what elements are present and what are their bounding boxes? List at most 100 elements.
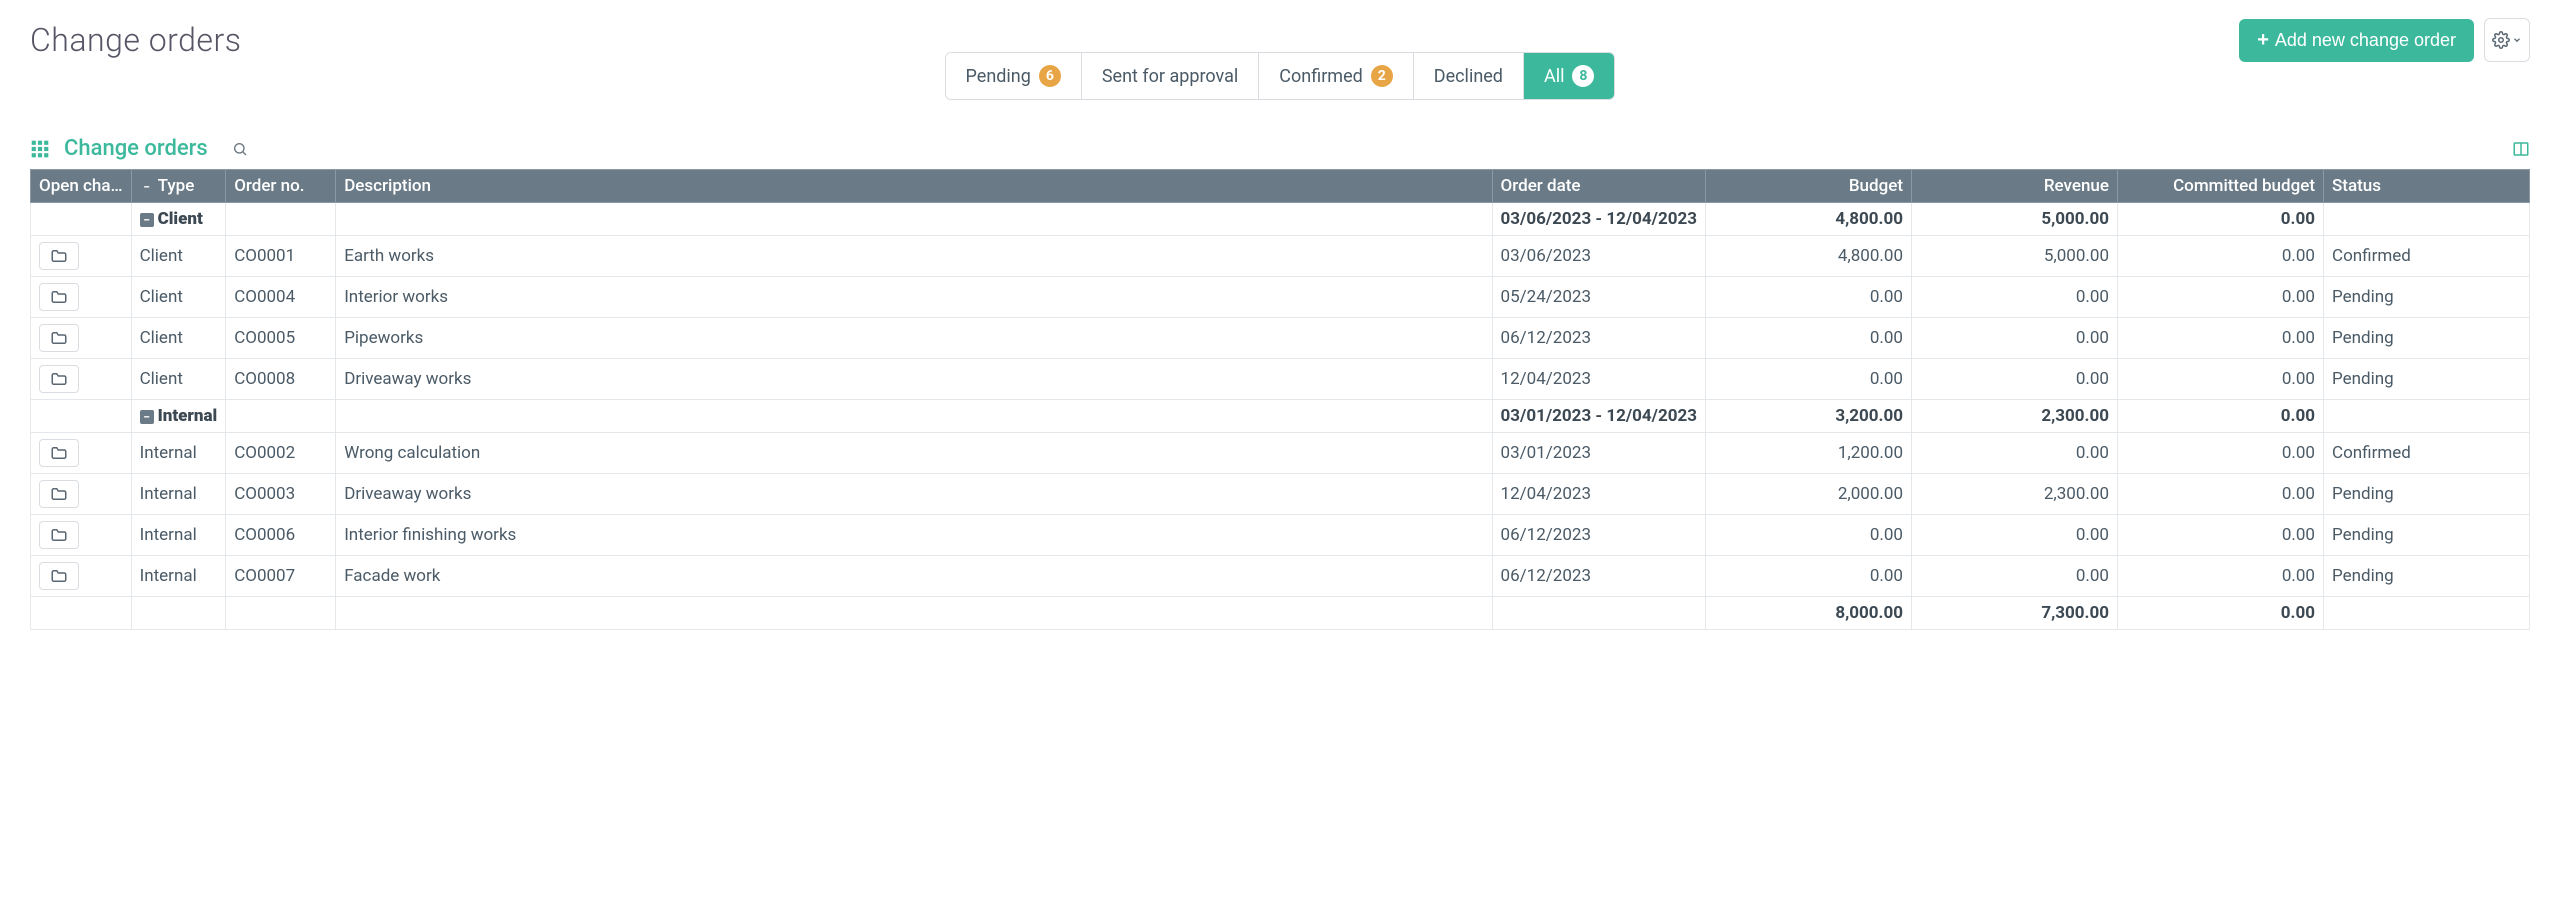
collapse-group-toggle[interactable]: − xyxy=(140,410,154,424)
total-revenue: 7,300.00 xyxy=(1912,597,2118,630)
chevron-down-icon xyxy=(2512,35,2522,45)
filter-tab-badge: 2 xyxy=(1371,65,1393,87)
section-title[interactable]: Change orders xyxy=(64,136,208,161)
col-type[interactable]: −Type xyxy=(131,170,226,203)
filter-tab-pending[interactable]: Pending 6 xyxy=(946,53,1082,99)
cell-budget: 0.00 xyxy=(1706,515,1912,556)
group-budget: 4,800.00 xyxy=(1706,203,1912,236)
cell-status: Pending xyxy=(2324,556,2530,597)
cell-description: Driveaway works xyxy=(336,359,1492,400)
open-row-button[interactable] xyxy=(39,521,79,549)
group-cbudget: 0.00 xyxy=(2118,203,2324,236)
cell-date: 12/04/2023 xyxy=(1492,359,1705,400)
plus-icon: + xyxy=(2257,29,2269,52)
open-row-button[interactable] xyxy=(39,283,79,311)
col-date[interactable]: Order date xyxy=(1492,170,1705,203)
add-change-order-button[interactable]: + Add new change order xyxy=(2239,19,2474,62)
col-cbudget[interactable]: Committed budget xyxy=(2118,170,2324,203)
cell-type: Internal xyxy=(131,556,226,597)
table-row[interactable]: InternalCO0003Driveaway works12/04/20232… xyxy=(31,474,2530,515)
folder-icon xyxy=(50,526,68,544)
cell-budget: 0.00 xyxy=(1706,277,1912,318)
folder-icon xyxy=(50,370,68,388)
table-row[interactable]: InternalCO0002Wrong calculation03/01/202… xyxy=(31,433,2530,474)
cell-status: Confirmed xyxy=(2324,236,2530,277)
cell-description: Interior finishing works xyxy=(336,515,1492,556)
cell-budget: 2,000.00 xyxy=(1706,474,1912,515)
group-date-range: 03/06/2023 - 12/04/2023 xyxy=(1492,203,1705,236)
collapse-group-toggle[interactable]: − xyxy=(140,213,154,227)
cell-order-no: CO0005 xyxy=(226,318,336,359)
col-type-label: Type xyxy=(158,176,195,196)
filter-tab-sent-for-approval[interactable]: Sent for approval xyxy=(1082,53,1259,99)
cell-description: Interior works xyxy=(336,277,1492,318)
folder-icon xyxy=(50,329,68,347)
grid-icon xyxy=(30,139,50,159)
table-row[interactable]: ClientCO0005Pipeworks06/12/20230.000.000… xyxy=(31,318,2530,359)
filter-tab-confirmed[interactable]: Confirmed 2 xyxy=(1259,53,1413,99)
filter-tab-label: Declined xyxy=(1434,66,1503,87)
cell-revenue: 0.00 xyxy=(1912,318,2118,359)
col-order-no[interactable]: Order no. xyxy=(226,170,336,203)
folder-icon xyxy=(50,485,68,503)
col-budget[interactable]: Budget xyxy=(1706,170,1912,203)
open-row-button[interactable] xyxy=(39,324,79,352)
open-row-button[interactable] xyxy=(39,365,79,393)
cell-description: Facade work xyxy=(336,556,1492,597)
cell-type: Internal xyxy=(131,515,226,556)
filter-tab-label: Pending xyxy=(966,66,1031,87)
cell-cbudget: 0.00 xyxy=(2118,359,2324,400)
cell-order-no: CO0007 xyxy=(226,556,336,597)
table-row[interactable]: ClientCO0008Driveaway works12/04/20230.0… xyxy=(31,359,2530,400)
table-row[interactable]: ClientCO0001Earth works03/06/20234,800.0… xyxy=(31,236,2530,277)
filter-tab-badge: 8 xyxy=(1572,65,1594,87)
table-row[interactable]: ClientCO0004Interior works05/24/20230.00… xyxy=(31,277,2530,318)
table-row[interactable]: InternalCO0006Interior finishing works06… xyxy=(31,515,2530,556)
cell-order-no: CO0006 xyxy=(226,515,336,556)
group-type-cell: −Internal xyxy=(131,400,226,433)
cell-status: Pending xyxy=(2324,515,2530,556)
cell-status: Pending xyxy=(2324,277,2530,318)
cell-cbudget: 0.00 xyxy=(2118,474,2324,515)
col-revenue[interactable]: Revenue xyxy=(1912,170,2118,203)
gear-icon xyxy=(2492,31,2510,49)
add-change-order-label: Add new change order xyxy=(2275,30,2456,51)
total-cbudget: 0.00 xyxy=(2118,597,2324,630)
filter-tab-all[interactable]: All8 xyxy=(1524,53,1615,99)
cell-order-no: CO0003 xyxy=(226,474,336,515)
table-row[interactable]: InternalCO0007Facade work06/12/20230.000… xyxy=(31,556,2530,597)
cell-status: Pending xyxy=(2324,318,2530,359)
cell-date: 06/12/2023 xyxy=(1492,515,1705,556)
col-desc[interactable]: Description xyxy=(336,170,1492,203)
cell-type: Client xyxy=(131,318,226,359)
total-budget: 8,000.00 xyxy=(1706,597,1912,630)
columns-toggle-icon[interactable] xyxy=(2512,140,2530,158)
filter-tab-label: Confirmed xyxy=(1279,66,1362,87)
cell-revenue: 0.00 xyxy=(1912,433,2118,474)
cell-revenue: 0.00 xyxy=(1912,359,2118,400)
cell-description: Earth works xyxy=(336,236,1492,277)
open-row-button[interactable] xyxy=(39,480,79,508)
cell-date: 12/04/2023 xyxy=(1492,474,1705,515)
cell-order-no: CO0004 xyxy=(226,277,336,318)
open-row-button[interactable] xyxy=(39,439,79,467)
cell-budget: 4,800.00 xyxy=(1706,236,1912,277)
open-row-button[interactable] xyxy=(39,562,79,590)
group-date-range: 03/01/2023 - 12/04/2023 xyxy=(1492,400,1705,433)
cell-order-no: CO0002 xyxy=(226,433,336,474)
settings-button[interactable] xyxy=(2484,18,2530,62)
group-cbudget: 0.00 xyxy=(2118,400,2324,433)
filter-tab-badge: 6 xyxy=(1039,65,1061,87)
col-status[interactable]: Status xyxy=(2324,170,2530,203)
cell-date: 03/01/2023 xyxy=(1492,433,1705,474)
filter-tab-declined[interactable]: Declined xyxy=(1414,53,1524,99)
folder-icon xyxy=(50,567,68,585)
cell-type: Client xyxy=(131,236,226,277)
cell-cbudget: 0.00 xyxy=(2118,556,2324,597)
cell-type: Client xyxy=(131,277,226,318)
col-open[interactable]: Open cha… xyxy=(31,170,132,203)
collapse-all-toggle[interactable]: − xyxy=(140,180,154,194)
totals-row: 8,000.007,300.000.00 xyxy=(31,597,2530,630)
search-icon[interactable] xyxy=(232,141,248,157)
open-row-button[interactable] xyxy=(39,242,79,270)
